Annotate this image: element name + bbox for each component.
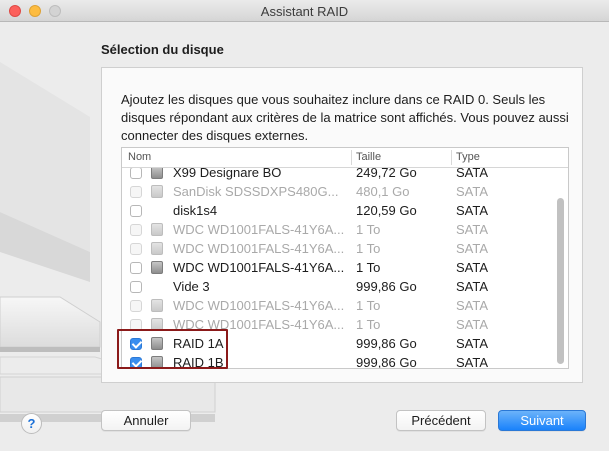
drive-icon: [151, 242, 163, 255]
disk-type: SATA: [456, 317, 489, 332]
disk-checkbox: [130, 300, 142, 312]
disk-size: 1 To: [356, 260, 381, 275]
disk-type: SATA: [456, 355, 489, 369]
disk-type: SATA: [456, 203, 489, 218]
drive-icon: [151, 299, 163, 312]
drive-icon: [151, 261, 163, 274]
disk-type: SATA: [456, 336, 489, 351]
disk-checkbox[interactable]: [130, 262, 142, 274]
table-row: SanDisk SDSSDXPS480G... 480,1 Go SATA: [122, 182, 554, 201]
previous-button[interactable]: Précédent: [396, 410, 486, 431]
table-row: WDC WD1001FALS-41Y6A... 1 To SATA: [122, 296, 554, 315]
table-row[interactable]: Vide 3 999,86 Go SATA: [122, 277, 554, 296]
disk-size: 1 To: [356, 298, 381, 313]
disk-checkbox[interactable]: [130, 205, 142, 217]
column-header-size[interactable]: Taille: [356, 151, 381, 163]
column-header-name[interactable]: Nom: [128, 151, 151, 163]
column-header-type[interactable]: Type: [456, 151, 480, 163]
disk-size: 1 To: [356, 241, 381, 256]
disk-name: disk1s4: [173, 203, 218, 218]
disk-checkbox: [130, 224, 142, 236]
disk-checkbox: [130, 243, 142, 255]
window-title: Assistant RAID: [260, 4, 349, 19]
disk-checkbox[interactable]: [130, 167, 142, 179]
section-title: Sélection du disque: [101, 42, 224, 57]
disk-size: 1 To: [356, 222, 381, 237]
column-separator: [351, 150, 352, 165]
disk-type: SATA: [456, 260, 489, 275]
disk-type: SATA: [456, 298, 489, 313]
table-row[interactable]: WDC WD1001FALS-41Y6A... 1 To SATA: [122, 258, 554, 277]
help-button[interactable]: ?: [21, 413, 42, 434]
raid-assistant-window: Assistant RAID Sélection du disque Ajout…: [0, 0, 609, 451]
disk-type: SATA: [456, 222, 489, 237]
drive-icon: [151, 185, 163, 198]
title-bar: Assistant RAID: [0, 0, 609, 22]
vertical-scrollbar[interactable]: [557, 198, 564, 364]
table-header: Nom Taille Type: [122, 148, 568, 168]
disk-type: SATA: [456, 279, 489, 294]
selection-highlight-box: [117, 329, 228, 369]
disk-size: 999,86 Go: [356, 355, 417, 369]
table-row[interactable]: disk1s4 120,59 Go SATA: [122, 201, 554, 220]
drive-icon: [151, 223, 163, 236]
disk-size: 480,1 Go: [356, 184, 410, 199]
column-separator: [451, 150, 452, 165]
disk-type: SATA: [456, 241, 489, 256]
disk-size: 999,86 Go: [356, 279, 417, 294]
cancel-button[interactable]: Annuler: [101, 410, 191, 431]
table-row: WDC WD1001FALS-41Y6A... 1 To SATA: [122, 220, 554, 239]
disk-size: 1 To: [356, 317, 381, 332]
disk-checkbox[interactable]: [130, 281, 142, 293]
disk-name: WDC WD1001FALS-41Y6A...: [173, 222, 345, 237]
disk-size: 120,59 Go: [356, 203, 417, 218]
disk-type: SATA: [456, 184, 489, 199]
disk-checkbox: [130, 186, 142, 198]
next-button[interactable]: Suivant: [498, 410, 586, 431]
disk-name: Vide 3: [173, 279, 210, 294]
disk-name: WDC WD1001FALS-41Y6A...: [173, 241, 345, 256]
disk-name: SanDisk SDSSDXPS480G...: [173, 184, 339, 199]
disk-name: WDC WD1001FALS-41Y6A...: [173, 260, 345, 275]
disk-size: 999,86 Go: [356, 336, 417, 351]
disk-name: WDC WD1001FALS-41Y6A...: [173, 298, 345, 313]
table-row: WDC WD1001FALS-41Y6A... 1 To SATA: [122, 239, 554, 258]
instructions-text: Ajoutez les disques que vous souhaitez i…: [121, 92, 569, 143]
